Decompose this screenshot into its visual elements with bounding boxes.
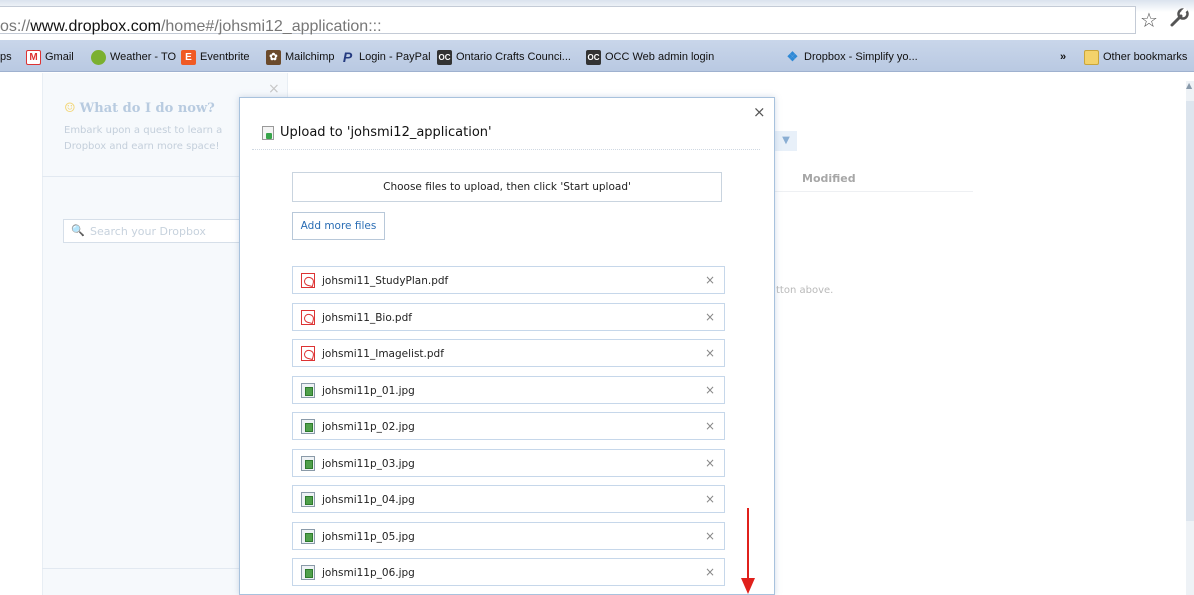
gmail-icon: M	[26, 49, 41, 65]
remove-file-icon[interactable]: ×	[705, 456, 715, 470]
embark-text: Embark upon a quest to learn a Dropbox a…	[64, 125, 223, 152]
add-more-files-button[interactable]: Add more files	[292, 212, 385, 240]
paypal-icon: P	[342, 49, 353, 65]
pdf-file-icon	[301, 310, 315, 325]
file-row: johsmi11_StudyPlan.pdf ×	[292, 266, 725, 294]
upload-file-icon	[262, 125, 274, 140]
file-row: johsmi11_Bio.pdf ×	[292, 303, 725, 331]
background-close-icon[interactable]: ×	[268, 81, 280, 97]
occ-icon: OC	[437, 49, 452, 65]
header-divider	[775, 191, 973, 192]
file-row: johsmi11_Imagelist.pdf ×	[292, 339, 725, 367]
image-file-icon	[301, 383, 315, 398]
file-name: johsmi11_StudyPlan.pdf	[322, 275, 449, 287]
bookmarks-bar: ps M Gmail Weather - TO E Eventbrite ✿ Mail…	[0, 40, 1194, 72]
choose-files-instructions: Choose files to upload, then click 'Star…	[292, 172, 722, 202]
file-row: johsmi11p_01.jpg ×	[292, 376, 725, 404]
image-file-icon	[301, 419, 315, 434]
bookmark-apps[interactable]: ps	[0, 48, 12, 66]
upload-dialog: × Upload to 'johsmi12_application' Choos…	[239, 97, 775, 595]
bookmark-mailchimp[interactable]: ✿ Mailchimp	[266, 48, 335, 66]
file-row: johsmi11p_04.jpg ×	[292, 485, 725, 513]
dialog-title: Upload to 'johsmi12_application'	[262, 125, 492, 140]
bookmark-occ-admin[interactable]: OC OCC Web admin login	[586, 48, 714, 66]
remove-file-icon[interactable]: ×	[705, 310, 715, 324]
search-input[interactable]: 🔍 Search your Dropbox	[63, 219, 253, 243]
file-name: johsmi11p_01.jpg	[322, 385, 415, 397]
bookmark-weather[interactable]: Weather - TO	[91, 48, 176, 66]
file-name: johsmi11p_04.jpg	[322, 494, 415, 506]
bookmark-dropbox[interactable]: ❖ Dropbox - Simplify yo...	[785, 48, 918, 66]
image-file-icon	[301, 456, 315, 471]
dropbox-icon: ❖	[786, 49, 799, 64]
eventbrite-icon: E	[181, 49, 196, 65]
file-name: johsmi11p_03.jpg	[322, 458, 415, 470]
modified-column-header[interactable]: Modified	[802, 172, 856, 185]
scroll-up-icon[interactable]: ▲	[1186, 81, 1192, 90]
file-row: johsmi11p_02.jpg ×	[292, 412, 725, 440]
pdf-file-icon	[301, 346, 315, 361]
remove-file-icon[interactable]: ×	[705, 492, 715, 506]
pdf-file-icon	[301, 273, 315, 288]
file-row: johsmi11p_03.jpg ×	[292, 449, 725, 477]
url-text: os://www.dropbox.com/home#/johsmi12_appl…	[0, 18, 382, 35]
remove-file-icon[interactable]: ×	[705, 529, 715, 543]
image-file-icon	[301, 529, 315, 544]
title-divider	[252, 149, 760, 150]
occ-icon: OC	[586, 49, 601, 65]
bookmark-paypal[interactable]: P Login - PayPal	[340, 48, 431, 66]
file-row: johsmi11p_05.jpg ×	[292, 522, 725, 550]
bookmark-ontario-crafts[interactable]: OC Ontario Crafts Counci...	[437, 48, 571, 66]
smiley-icon: ☺	[64, 101, 76, 116]
bookmark-other[interactable]: Other bookmarks	[1084, 48, 1187, 66]
file-name: johsmi11p_05.jpg	[322, 531, 415, 543]
empty-folder-hint: tton above.	[776, 285, 834, 296]
image-file-icon	[301, 565, 315, 580]
remove-file-icon[interactable]: ×	[705, 383, 715, 397]
folder-icon	[1084, 49, 1099, 65]
remove-file-icon[interactable]: ×	[705, 346, 715, 360]
search-icon: 🔍	[71, 224, 85, 237]
remove-file-icon[interactable]: ×	[705, 273, 715, 287]
bookmark-gmail[interactable]: M Gmail	[26, 48, 74, 66]
bookmarks-overflow-chevron[interactable]: »	[1060, 48, 1066, 66]
weather-icon	[91, 49, 106, 65]
file-row: johsmi11p_06.jpg ×	[292, 558, 725, 586]
remove-file-icon[interactable]: ×	[705, 565, 715, 579]
image-file-icon	[301, 492, 315, 507]
url-field[interactable]: os://www.dropbox.com/home#/johsmi12_appl…	[0, 6, 1136, 35]
file-name: johsmi11_Imagelist.pdf	[322, 348, 444, 360]
wrench-icon[interactable]	[1167, 6, 1191, 30]
address-bar-area: os://www.dropbox.com/home#/johsmi12_appl…	[0, 0, 1194, 40]
mailchimp-icon: ✿	[266, 49, 281, 65]
what-do-i-do-heading[interactable]: ☺ What do I do now?	[64, 101, 215, 116]
bookmark-star-icon[interactable]: ☆	[1140, 8, 1158, 32]
file-name: johsmi11p_06.jpg	[322, 567, 415, 579]
page-scrollbar[interactable]: ▲	[1186, 81, 1194, 595]
file-name: johsmi11_Bio.pdf	[322, 312, 412, 324]
scroll-down-annotation-arrow-icon	[741, 508, 755, 594]
dropdown-arrow-button[interactable]: ▼	[775, 131, 797, 151]
bookmark-eventbrite[interactable]: E Eventbrite	[181, 48, 250, 66]
scrollbar-thumb[interactable]	[1186, 101, 1194, 521]
file-name: johsmi11p_02.jpg	[322, 421, 415, 433]
remove-file-icon[interactable]: ×	[705, 419, 715, 433]
close-dialog-icon[interactable]: ×	[753, 103, 766, 121]
